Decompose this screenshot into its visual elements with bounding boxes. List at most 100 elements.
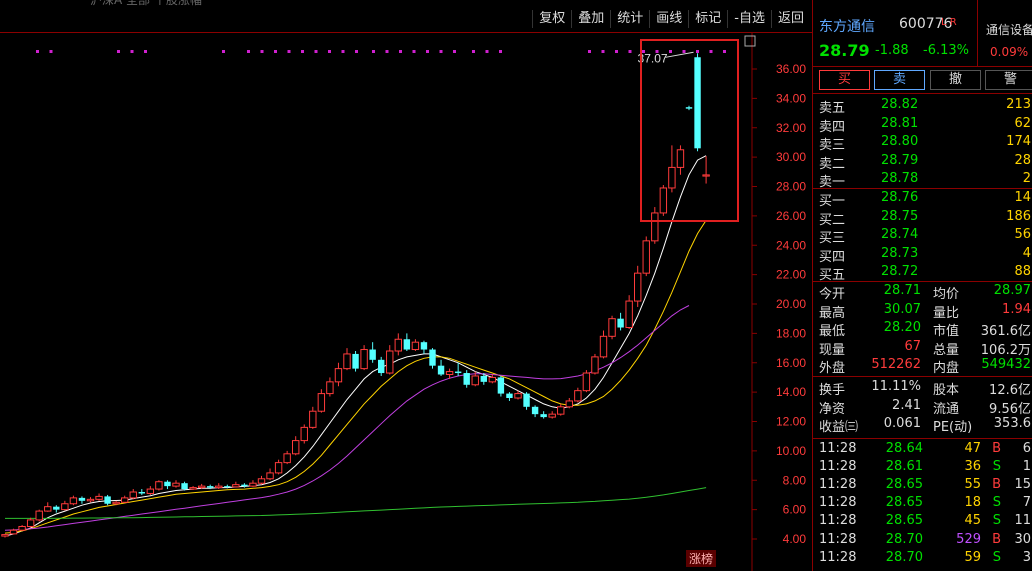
stat-value: 9.56亿 xyxy=(989,401,1031,417)
candle-body xyxy=(574,390,582,402)
level-volume: 88 xyxy=(1014,264,1031,280)
signal-dot xyxy=(222,50,225,53)
y-tick-label: 18.00 xyxy=(776,326,806,340)
candle-body xyxy=(685,107,693,109)
level-label: 买一 xyxy=(819,194,846,209)
tick-price: 28.65 xyxy=(885,477,923,493)
stat-row: 外盘 512262 内盘 549432 xyxy=(813,357,1032,377)
sell_book-row[interactable]: 卖一 28.78 2 xyxy=(813,171,1032,190)
sector-box[interactable]: 通信设备 0.09% xyxy=(977,0,1032,66)
tick-time: 11:28 xyxy=(819,477,857,493)
candle-body xyxy=(352,353,359,369)
stat-label: 最低 xyxy=(819,324,846,340)
level-volume: 186 xyxy=(1006,208,1031,224)
remove-watchlist-button[interactable]: -自选 xyxy=(727,10,771,28)
candle-body xyxy=(78,497,86,501)
signal-dot xyxy=(669,50,672,53)
ma-line xyxy=(4,220,707,534)
candle-body xyxy=(309,410,317,428)
buy_book-row[interactable]: 买五 28.72 88 xyxy=(813,264,1032,283)
stat-row: 换手 11.11% 股本 12.6亿 xyxy=(813,379,1032,398)
alert-button[interactable]: 警 xyxy=(985,70,1032,90)
signal-dot xyxy=(709,50,713,53)
tick-volume: 47 xyxy=(964,441,981,456)
candle-body xyxy=(129,491,137,499)
lr-badge: L R xyxy=(941,17,957,28)
y-tick-label: 32.00 xyxy=(776,121,806,135)
sector-name: 通信设备 xyxy=(986,23,1032,37)
mark-button[interactable]: 标记 xyxy=(688,10,727,28)
y-tick-label: 8.00 xyxy=(783,473,807,487)
fuquan-button[interactable]: 复权 xyxy=(532,10,571,28)
candle-body xyxy=(224,486,231,488)
y-tick-label: 28.00 xyxy=(776,180,806,194)
buy_book-row[interactable]: 买二 28.75 186 xyxy=(813,208,1032,228)
stat-value: 28.97 xyxy=(993,283,1031,298)
y-tick-label: 14.00 xyxy=(776,385,806,399)
stat-label: 市值 xyxy=(933,324,960,340)
stat-value: 106.2万 xyxy=(980,342,1031,358)
tick-time: 11:28 xyxy=(819,531,857,547)
overlay-button[interactable]: 叠加 xyxy=(571,10,610,28)
buy-button[interactable]: 买 xyxy=(819,70,870,90)
trade-buttons: 买 卖 撤 警 xyxy=(813,68,1032,92)
candle-body xyxy=(326,381,334,395)
level-price: 28.78 xyxy=(881,171,919,187)
stat-value: 2.41 xyxy=(892,397,921,413)
buy_book-row[interactable]: 买一 28.76 14 xyxy=(813,190,1032,209)
stat-label: 股本 xyxy=(933,383,960,398)
divider xyxy=(813,376,1032,377)
candle-body xyxy=(26,519,35,528)
candle-body xyxy=(138,492,145,494)
sector-pct: 0.09% xyxy=(990,45,1029,59)
buy_book-row[interactable]: 买四 28.73 4 xyxy=(813,246,1032,265)
candle-body xyxy=(181,483,188,490)
stat-row: 最高 30.07 量比 1.94 xyxy=(813,302,1032,321)
signal-dot xyxy=(355,50,358,53)
candle-body xyxy=(197,485,206,489)
sell_book-row[interactable]: 卖三 28.80 174 xyxy=(813,134,1032,153)
draw-line-button[interactable]: 画线 xyxy=(649,10,688,28)
candle-body xyxy=(540,414,547,418)
signal-dot xyxy=(682,50,686,53)
signal-dot xyxy=(472,50,475,53)
tick-price: 28.70 xyxy=(885,549,923,565)
signal-dot xyxy=(341,50,345,53)
cancel-order-button[interactable]: 撤 xyxy=(930,70,981,90)
stat-value: 12.6亿 xyxy=(989,383,1031,398)
candle-body xyxy=(86,498,95,502)
sell_book-row[interactable]: 卖五 28.82 213 xyxy=(813,97,1032,116)
back-button[interactable]: 返回 xyxy=(770,10,810,28)
kline-chart[interactable]: 36.00 34.00 32.00 30.00 28.00 26.00 24.00 22.00… xyxy=(0,32,812,571)
stat-label: 收益㈢ xyxy=(819,420,859,436)
y-tick-label: 26.00 xyxy=(776,209,806,223)
sell_book-row[interactable]: 卖二 28.79 28 xyxy=(813,152,1032,172)
divider xyxy=(813,66,1032,67)
candle-body xyxy=(480,375,487,382)
buy_book-row[interactable]: 买三 28.74 56 xyxy=(813,227,1032,246)
stat-label: 内盘 xyxy=(933,361,960,377)
candle-body xyxy=(207,486,214,488)
level-label: 卖四 xyxy=(819,119,846,135)
level-label: 卖二 xyxy=(819,156,846,172)
candle-body xyxy=(488,376,497,383)
candle-body xyxy=(104,496,111,504)
tick-side: S xyxy=(992,513,1001,529)
sell_book-row[interactable]: 卖四 28.81 62 xyxy=(813,116,1032,135)
candle-body xyxy=(274,462,283,474)
sell-button[interactable]: 卖 xyxy=(874,70,925,90)
price-change: -1.88 xyxy=(875,43,909,58)
y-tick-label: 6.00 xyxy=(783,503,807,517)
candle-body xyxy=(411,341,420,351)
level-price: 28.80 xyxy=(881,134,919,150)
candle-body xyxy=(429,349,436,366)
candle-body xyxy=(642,240,650,274)
candle-body xyxy=(257,478,266,484)
stock-name[interactable]: 东方通信 xyxy=(819,16,875,36)
stats-button[interactable]: 统计 xyxy=(610,10,649,28)
level-price: 28.79 xyxy=(881,152,919,168)
tick-price: 28.61 xyxy=(885,459,923,475)
candle-body xyxy=(266,472,274,480)
level-price: 28.82 xyxy=(881,97,919,112)
signal-dot xyxy=(144,50,147,53)
